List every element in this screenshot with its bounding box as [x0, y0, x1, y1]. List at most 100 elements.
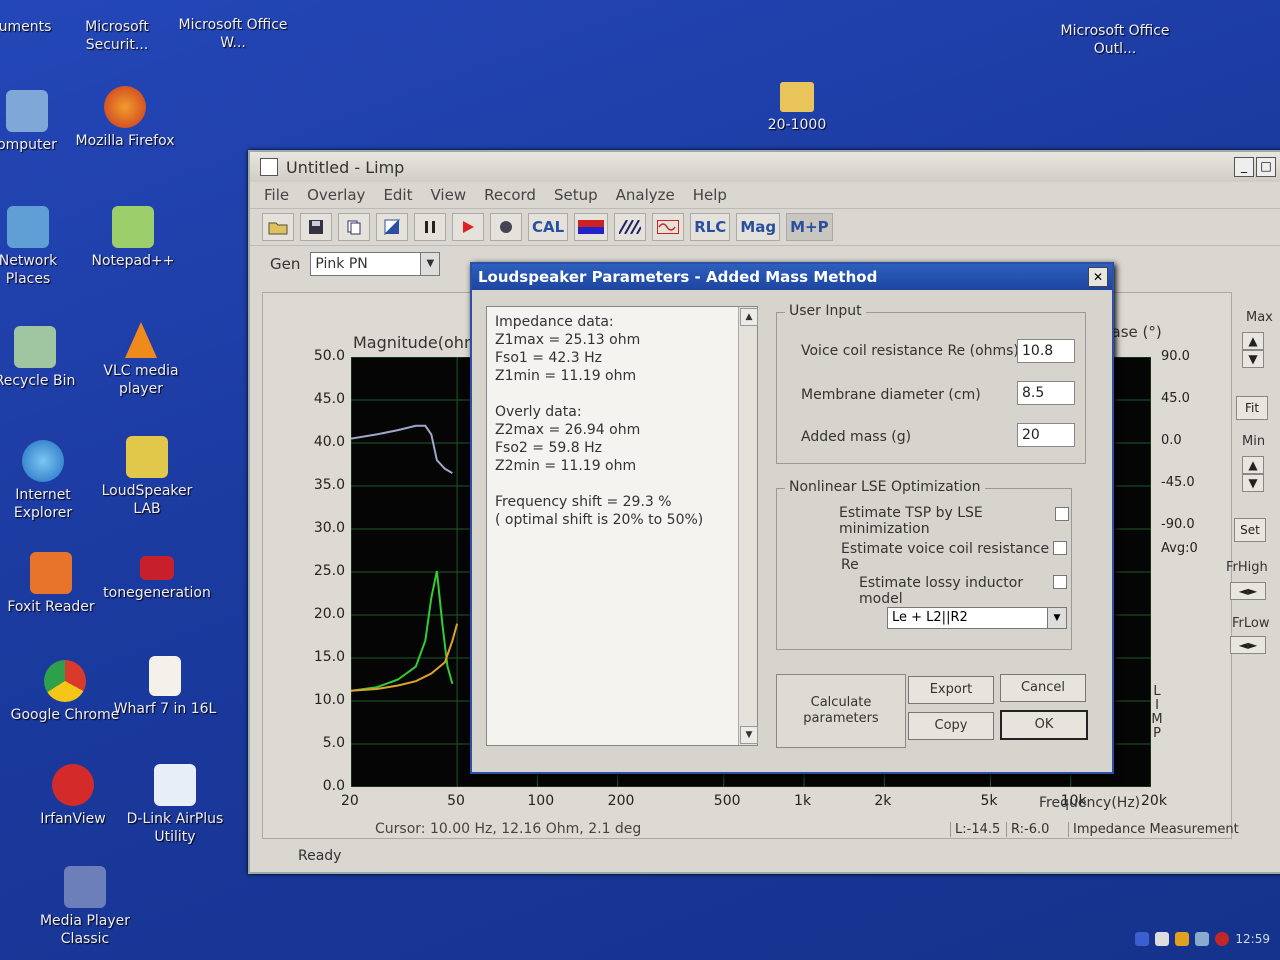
- open-button[interactable]: [262, 213, 294, 241]
- rlc-button[interactable]: RLC: [690, 213, 731, 241]
- menu-analyze[interactable]: Analyze: [616, 186, 675, 204]
- desktop-icon-internet-explorer[interactable]: Internet Explorer: [0, 440, 98, 522]
- status-text: Ready: [298, 848, 342, 864]
- export-button[interactable]: Export: [908, 676, 994, 704]
- wave-button[interactable]: [652, 213, 685, 241]
- side-letter: L: [1153, 684, 1161, 699]
- play-button[interactable]: [452, 213, 484, 241]
- desktop-icon-label: Microsoft Securit...: [85, 19, 149, 53]
- save-button[interactable]: [300, 213, 332, 241]
- report-line: Fso2 = 59.8 Hz: [495, 440, 602, 456]
- re-field[interactable]: 10.8: [1017, 339, 1075, 363]
- lse-option-inductor-checkbox[interactable]: [1053, 575, 1067, 589]
- network-tray-icon[interactable]: [1195, 932, 1210, 946]
- mag-phase-button[interactable]: M+P: [786, 213, 833, 241]
- menu-record[interactable]: Record: [484, 186, 536, 204]
- report-line: Impedance data:: [495, 314, 614, 330]
- menu-edit[interactable]: Edit: [383, 186, 412, 204]
- pause-button[interactable]: [414, 213, 446, 241]
- media-player-classic-icon: [64, 866, 106, 908]
- ok-button[interactable]: OK: [1000, 710, 1088, 740]
- series-line: [350, 424, 453, 474]
- max-down-button[interactable]: ▼: [1242, 350, 1264, 368]
- mag-button[interactable]: Mag: [736, 213, 781, 241]
- desktop-icon-wharf-7[interactable]: Wharf 7 in 16L: [110, 656, 220, 718]
- desktop-icon-recycle-bin[interactable]: Recycle Bin: [0, 326, 90, 390]
- swap-button[interactable]: [376, 213, 408, 241]
- frlow-label: FrLow: [1232, 616, 1270, 631]
- foxit-reader-icon: [30, 552, 72, 594]
- desktop-icon-foxit-reader[interactable]: Foxit Reader: [0, 552, 106, 616]
- cal-button[interactable]: CAL: [528, 213, 569, 241]
- swap-icon: [384, 219, 400, 235]
- min-down-button[interactable]: ▼: [1242, 474, 1264, 492]
- desktop-icon-network-places[interactable]: Network Places: [0, 206, 78, 288]
- desktop-icon-folder-20-1000[interactable]: 20-1000: [742, 82, 852, 134]
- desktop-icon-label: Microsoft Office W...: [178, 17, 288, 51]
- report-line: Fso1 = 42.3 Hz: [495, 350, 602, 366]
- dialog-close-button[interactable]: ✕: [1088, 267, 1108, 287]
- inductor-model-select[interactable]: Le + L2||R2 ▼: [887, 607, 1067, 629]
- y-tick-label: 15.0: [313, 649, 345, 665]
- frhigh-stepper[interactable]: ◄►: [1230, 582, 1266, 600]
- minimize-button[interactable]: _: [1234, 157, 1254, 177]
- menu-view[interactable]: View: [431, 186, 467, 204]
- color-button[interactable]: [574, 213, 609, 241]
- min-up-button[interactable]: ▲: [1242, 456, 1264, 474]
- results-textbox[interactable]: Impedance data: Z1max = 25.13 ohm Fso1 =…: [486, 306, 758, 746]
- side-letter: M: [1151, 712, 1163, 727]
- set-button[interactable]: Set: [1234, 518, 1266, 542]
- menu-file[interactable]: File: [264, 186, 289, 204]
- results-scrollbar[interactable]: ▲ ▼: [738, 307, 758, 745]
- desktop-icon-media-player-classic[interactable]: Media Player Classic: [30, 866, 140, 948]
- security-tray-icon[interactable]: [1215, 932, 1230, 946]
- floppy-icon: [309, 220, 323, 234]
- desktop-icon-google-chrome[interactable]: Google Chrome: [10, 660, 120, 724]
- desktop-icon-label: Media Player Classic: [39, 913, 131, 947]
- menu-help[interactable]: Help: [693, 186, 727, 204]
- desktop-icon-label: 20-1000: [767, 117, 827, 133]
- x-tick-label: 2k: [874, 793, 892, 809]
- language-icon[interactable]: [1135, 932, 1150, 946]
- re-label: Voice coil resistance Re (ohms): [801, 343, 1019, 359]
- menu-setup[interactable]: Setup: [554, 186, 598, 204]
- menu-overlay[interactable]: Overlay: [307, 186, 365, 204]
- record-button[interactable]: [490, 213, 522, 241]
- calculate-parameters-button[interactable]: Calculate parameters: [776, 674, 906, 748]
- copy-button[interactable]: Copy: [908, 712, 994, 740]
- diameter-field[interactable]: 8.5: [1017, 381, 1075, 405]
- y-tick-label: 30.0: [313, 520, 345, 536]
- tray-clock[interactable]: 12:59: [1235, 932, 1270, 946]
- maximize-button[interactable]: □: [1256, 157, 1276, 177]
- lse-option-re-checkbox[interactable]: [1053, 541, 1067, 555]
- max-up-button[interactable]: ▲: [1242, 332, 1264, 350]
- desktop-icon-irfanview[interactable]: IrfanView: [18, 764, 128, 828]
- desktop-icon-tonegeneration[interactable]: tonegeneration: [102, 556, 212, 602]
- scroll-down-icon[interactable]: ▼: [740, 726, 758, 744]
- desktop-icon-loudspeaker-lab[interactable]: LoudSpeaker LAB: [92, 436, 202, 518]
- mass-field[interactable]: 20: [1017, 423, 1075, 447]
- y-tick-label: 0.0: [322, 778, 345, 794]
- scroll-up-icon[interactable]: ▲: [740, 308, 758, 326]
- dialog-titlebar[interactable]: Loudspeaker Parameters - Added Mass Meth…: [472, 264, 1112, 290]
- cancel-button[interactable]: Cancel: [1000, 674, 1086, 702]
- folder-tray-icon[interactable]: [1175, 932, 1190, 946]
- fit-button[interactable]: Fit: [1236, 396, 1268, 420]
- media-icon[interactable]: [1155, 932, 1170, 946]
- window-titlebar[interactable]: Untitled - Limp _ □: [250, 152, 1280, 182]
- desktop-icon-outlook[interactable]: Microsoft Office Outl...: [1060, 22, 1170, 58]
- lse-option-tsp-checkbox[interactable]: [1055, 507, 1069, 521]
- x-tick-label: 1k: [794, 793, 812, 809]
- notepadpp-icon: [112, 206, 154, 248]
- generator-select[interactable]: Pink PN ▼: [310, 252, 441, 276]
- frlow-stepper[interactable]: ◄►: [1230, 636, 1266, 654]
- copy-button[interactable]: [338, 213, 370, 241]
- status-right-level: R:-6.0: [1006, 822, 1049, 837]
- grid-button[interactable]: [614, 213, 647, 241]
- desktop-icon-microsoft-security[interactable]: Microsoft Securit...: [62, 18, 172, 54]
- desktop-icon-notepadpp[interactable]: Notepad++: [78, 206, 188, 270]
- desktop-icon-vlc[interactable]: VLC media player: [86, 322, 196, 398]
- desktop-icon-dlink-airplus[interactable]: D-Link AirPlus Utility: [120, 764, 230, 846]
- desktop-icon-firefox[interactable]: Mozilla Firefox: [70, 86, 180, 150]
- desktop-icon-microsoft-office-word[interactable]: Microsoft Office W...: [178, 16, 288, 52]
